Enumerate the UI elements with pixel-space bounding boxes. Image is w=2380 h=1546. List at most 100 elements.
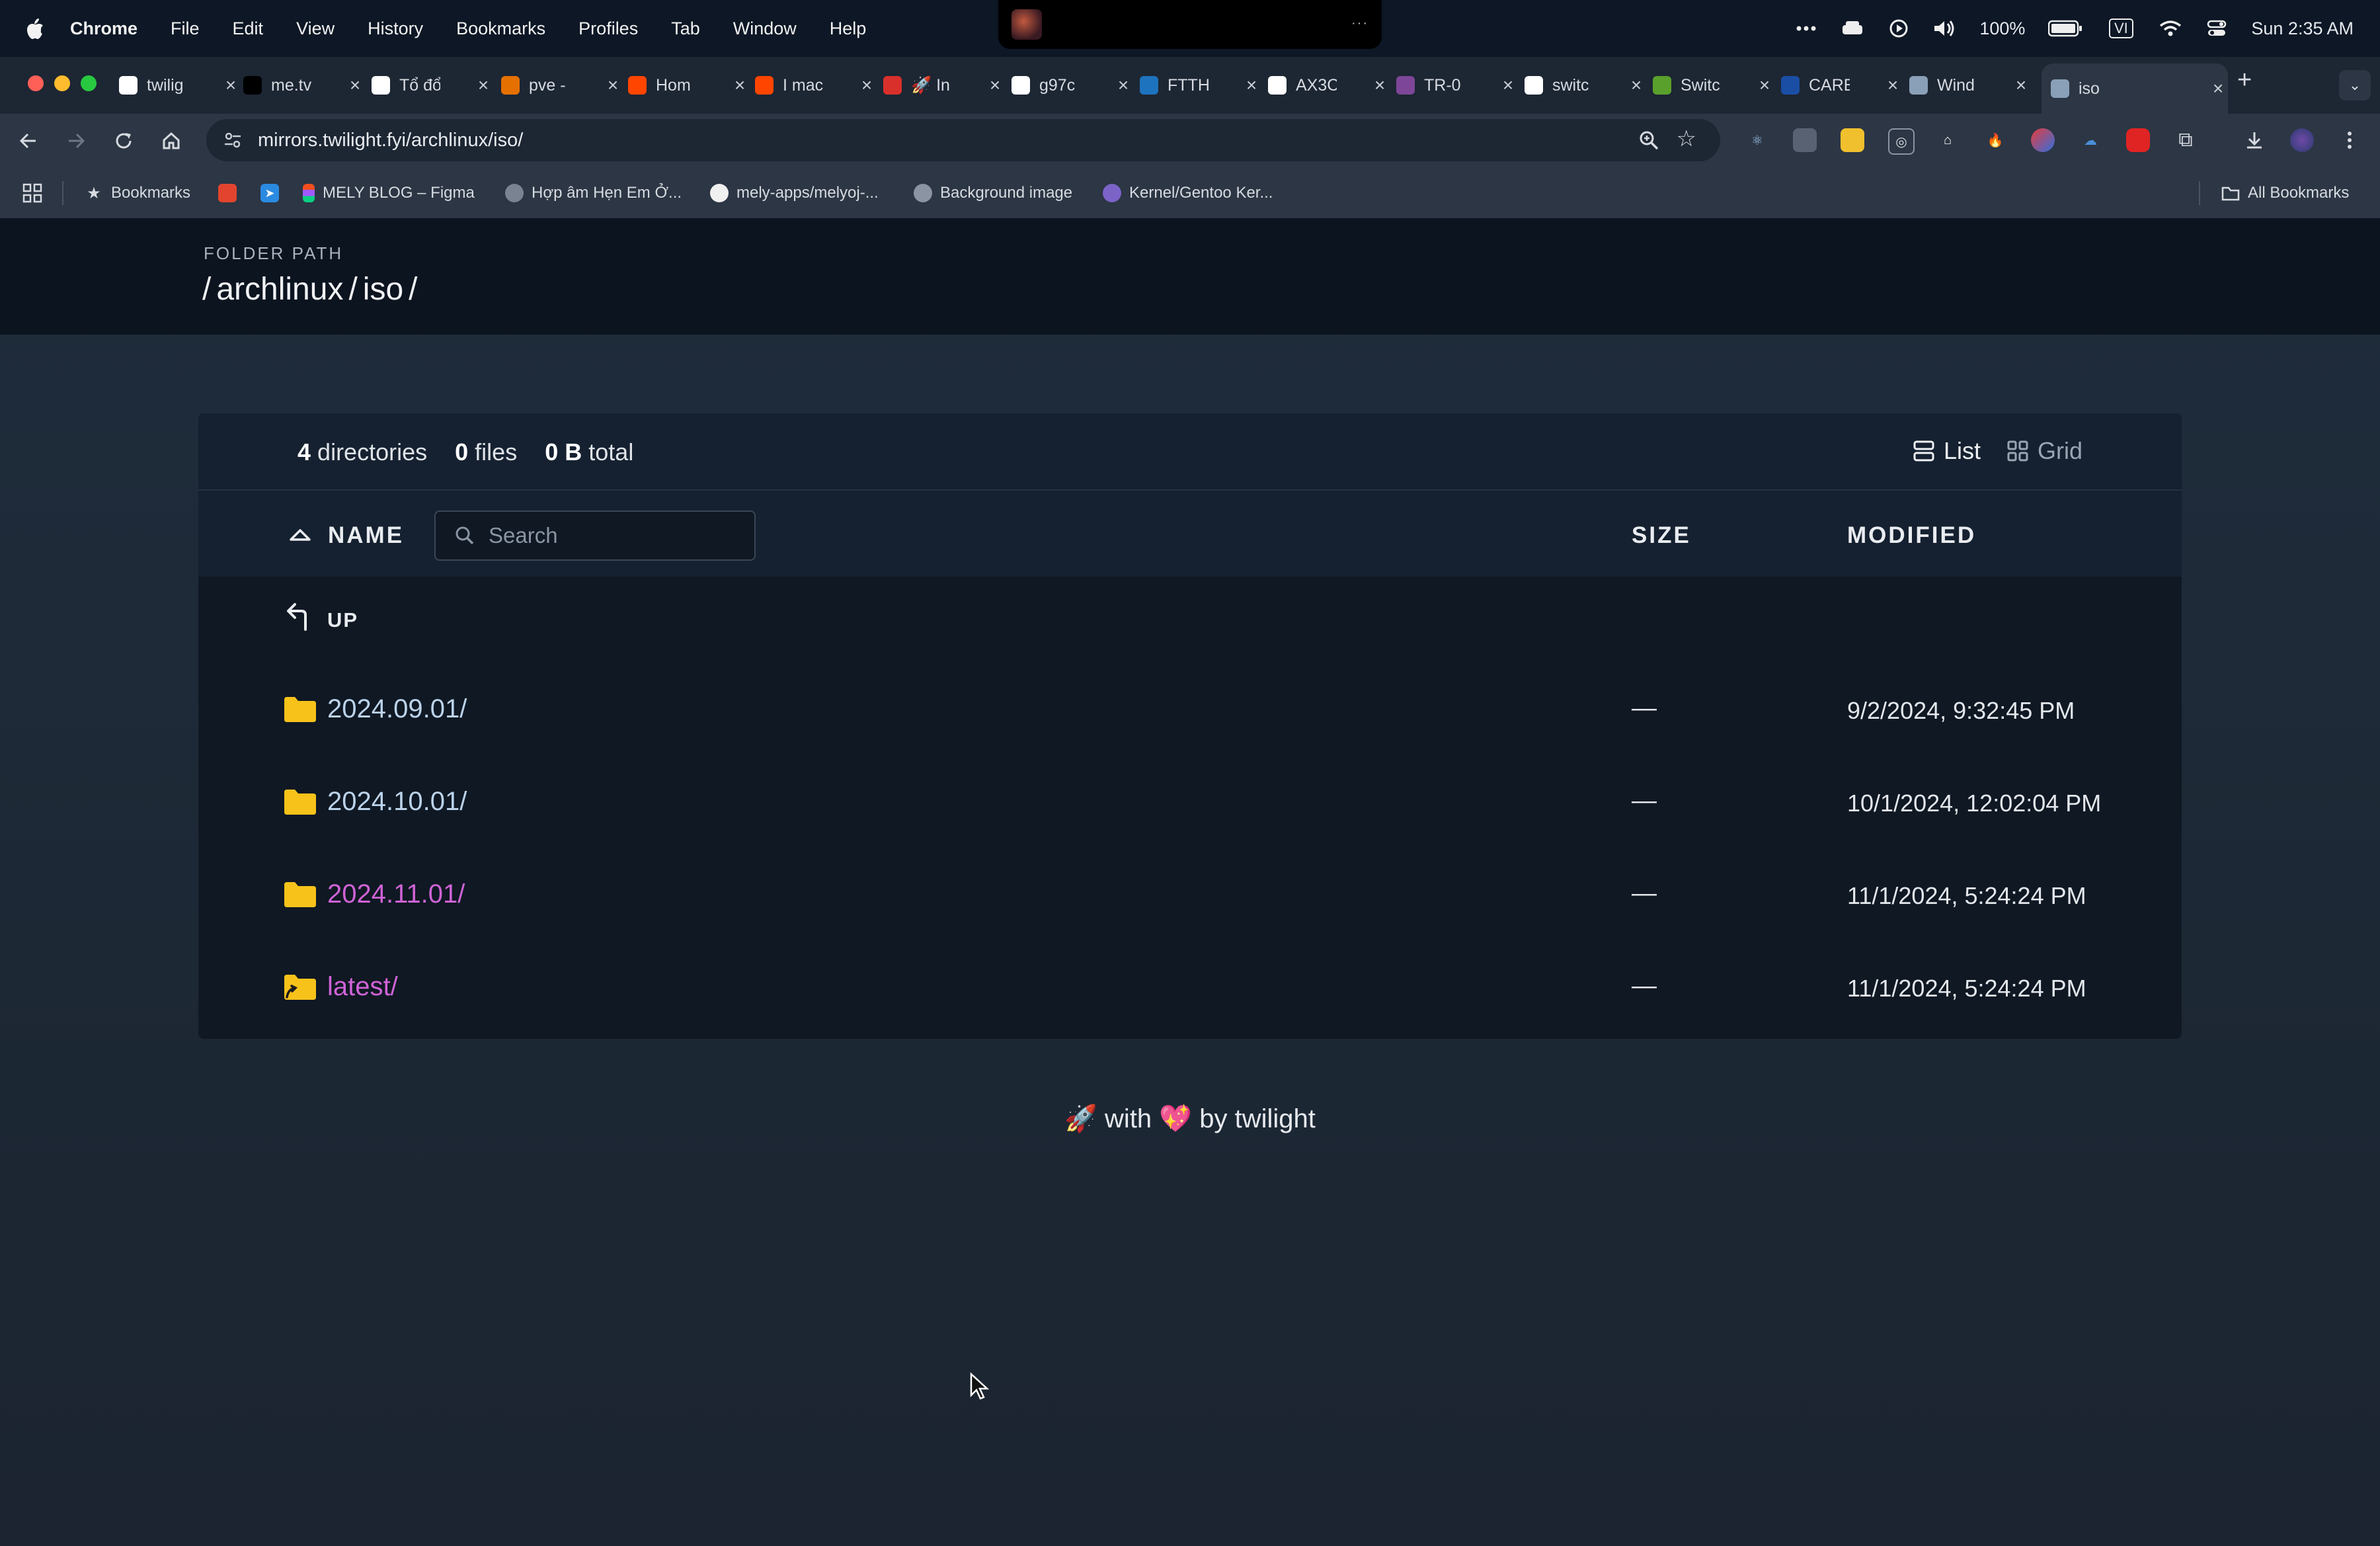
wifi-icon[interactable]: [2159, 19, 2182, 38]
tab-15[interactable]: iso ×: [2042, 63, 2228, 114]
tab-10[interactable]: TR-0 ×: [1396, 66, 1518, 104]
chrome-menu-icon[interactable]: [2338, 128, 2361, 152]
new-tab-button[interactable]: +: [2237, 66, 2252, 95]
menu-window[interactable]: Window: [733, 19, 797, 39]
tab-search-button[interactable]: ⌄: [2339, 70, 2371, 101]
close-tab-icon[interactable]: ×: [730, 75, 750, 96]
bookmark-shopping[interactable]: [218, 180, 245, 206]
forward-button[interactable]: [61, 126, 91, 156]
cloud-extension-icon[interactable]: ☁: [2079, 128, 2102, 152]
column-size-header[interactable]: SIZE: [1632, 522, 1691, 549]
tab-12[interactable]: Switc ×: [1653, 66, 1774, 104]
sticky-note-icon[interactable]: [1841, 128, 1864, 152]
glasses-icon[interactable]: ◎: [1888, 128, 1915, 155]
tab-1[interactable]: me.tv ×: [243, 66, 365, 104]
overflow-dots-icon[interactable]: [1794, 19, 1818, 38]
close-tab-icon[interactable]: ×: [985, 75, 1005, 96]
fire-extension-icon[interactable]: 🔥: [1983, 128, 2007, 152]
close-window-button[interactable]: [28, 75, 44, 91]
battery-icon[interactable]: [2047, 19, 2083, 38]
car-icon[interactable]: [1841, 19, 1864, 38]
tab-11[interactable]: switc ×: [1525, 66, 1646, 104]
home-button[interactable]: [156, 126, 186, 156]
breadcrumb-root[interactable]: /: [202, 272, 211, 307]
minimize-window-button[interactable]: [54, 75, 70, 91]
reload-button[interactable]: [108, 126, 139, 156]
menu-chrome[interactable]: Chrome: [70, 19, 138, 39]
apps-grid-icon[interactable]: [22, 180, 42, 206]
back-button[interactable]: [13, 126, 44, 156]
tab-5[interactable]: I mac ×: [755, 66, 877, 104]
search-input[interactable]: Search: [434, 510, 756, 561]
bookmark-kernel-gentoo[interactable]: Kernel/Gentoo Ker...: [1103, 180, 1273, 206]
tab-7[interactable]: g97c ×: [1012, 66, 1133, 104]
tab-2[interactable]: Tổ đổ ×: [372, 66, 493, 104]
tab-14[interactable]: Wind ×: [1909, 66, 2031, 104]
tab-3[interactable]: pve - ×: [501, 66, 623, 104]
close-tab-icon[interactable]: ×: [1113, 75, 1133, 96]
tab-13[interactable]: CARE ×: [1781, 66, 1903, 104]
zoom-icon[interactable]: [1638, 130, 1659, 151]
apple-logo-icon[interactable]: [25, 17, 45, 40]
close-tab-icon[interactable]: ×: [1626, 75, 1646, 96]
input-source-indicator[interactable]: VI: [2106, 19, 2136, 38]
tab-0[interactable]: twilig ×: [119, 66, 241, 104]
close-tab-icon[interactable]: ×: [2208, 78, 2228, 99]
react-devtools-icon[interactable]: ⚛: [1745, 128, 1769, 152]
site-info-icon[interactable]: [221, 128, 245, 152]
now-playing-notch[interactable]: ···: [998, 0, 1382, 49]
menu-view[interactable]: View: [296, 19, 335, 39]
column-name-header[interactable]: NAME: [328, 522, 404, 549]
parent-directory-label[interactable]: UP: [327, 608, 358, 632]
close-tab-icon[interactable]: ×: [857, 75, 877, 96]
close-tab-icon[interactable]: ×: [1755, 75, 1774, 96]
close-tab-icon[interactable]: ×: [1242, 75, 1261, 96]
profile-avatar[interactable]: [2290, 128, 2314, 152]
table-row[interactable]: latest/ — 11/1/2024, 5:24:24 PM: [198, 940, 2182, 1033]
bookmark-star-icon[interactable]: ☆: [1677, 126, 1696, 152]
breadcrumb-archlinux[interactable]: archlinux: [216, 272, 343, 307]
url-text[interactable]: mirrors.twilight.fyi/archlinux/iso/: [258, 130, 523, 151]
all-bookmarks-button[interactable]: All Bookmarks: [2221, 180, 2349, 206]
bookmark-telegram[interactable]: ➤: [260, 180, 287, 206]
close-tab-icon[interactable]: ×: [603, 75, 623, 96]
close-tab-icon[interactable]: ×: [1370, 75, 1390, 96]
control-center-icon[interactable]: [2205, 19, 2229, 38]
close-tab-icon[interactable]: ×: [473, 75, 493, 96]
clock[interactable]: Sun 2:35 AM: [2251, 19, 2354, 39]
menu-help[interactable]: Help: [830, 19, 867, 39]
menu-file[interactable]: File: [171, 19, 200, 39]
volume-icon[interactable]: [1933, 19, 1957, 38]
stop-extension-icon[interactable]: [2126, 128, 2150, 152]
close-tab-icon[interactable]: ×: [345, 75, 365, 96]
table-row[interactable]: 2024.09.01/ — 9/2/2024, 9:32:45 PM: [198, 663, 2182, 755]
grid-view-button[interactable]: Grid: [2007, 437, 2082, 465]
download-icon[interactable]: [2242, 128, 2266, 152]
table-row[interactable]: 2024.10.01/ — 10/1/2024, 12:02:04 PM: [198, 755, 2182, 848]
close-tab-icon[interactable]: ×: [221, 75, 241, 96]
menu-edit[interactable]: Edit: [233, 19, 264, 39]
address-bar[interactable]: mirrors.twilight.fyi/archlinux/iso/ ☆: [206, 119, 1720, 161]
table-row[interactable]: 2024.11.01/ — 11/1/2024, 5:24:24 PM: [198, 848, 2182, 940]
breadcrumb-iso[interactable]: iso: [363, 272, 403, 307]
tab-8[interactable]: FTTH ×: [1140, 66, 1261, 104]
bookmark-background-image[interactable]: Background image: [914, 180, 1072, 206]
parent-directory-row[interactable]: UP: [198, 577, 2182, 663]
close-tab-icon[interactable]: ×: [2011, 75, 2031, 96]
menu-profiles[interactable]: Profiles: [578, 19, 638, 39]
colorful-extension-icon[interactable]: [2031, 128, 2055, 152]
directory-link[interactable]: latest/: [327, 972, 398, 1002]
list-view-button[interactable]: List: [1913, 437, 1981, 465]
zoom-window-button[interactable]: [81, 75, 97, 91]
play-icon[interactable]: [1887, 19, 1911, 38]
directory-link[interactable]: 2024.11.01/: [327, 879, 465, 909]
menu-history[interactable]: History: [368, 19, 423, 39]
sort-ascending-icon[interactable]: [288, 528, 312, 542]
home-extension-icon[interactable]: ⌂: [1936, 128, 1960, 152]
menu-tab[interactable]: Tab: [671, 19, 700, 39]
menu-bookmarks[interactable]: Bookmarks: [456, 19, 545, 39]
close-tab-icon[interactable]: ×: [1498, 75, 1518, 96]
bookmark-bookmarks-folder[interactable]: ★ Bookmarks: [85, 180, 190, 206]
tab-4[interactable]: Hom ×: [628, 66, 750, 104]
column-modified-header[interactable]: MODIFIED: [1847, 522, 1976, 549]
